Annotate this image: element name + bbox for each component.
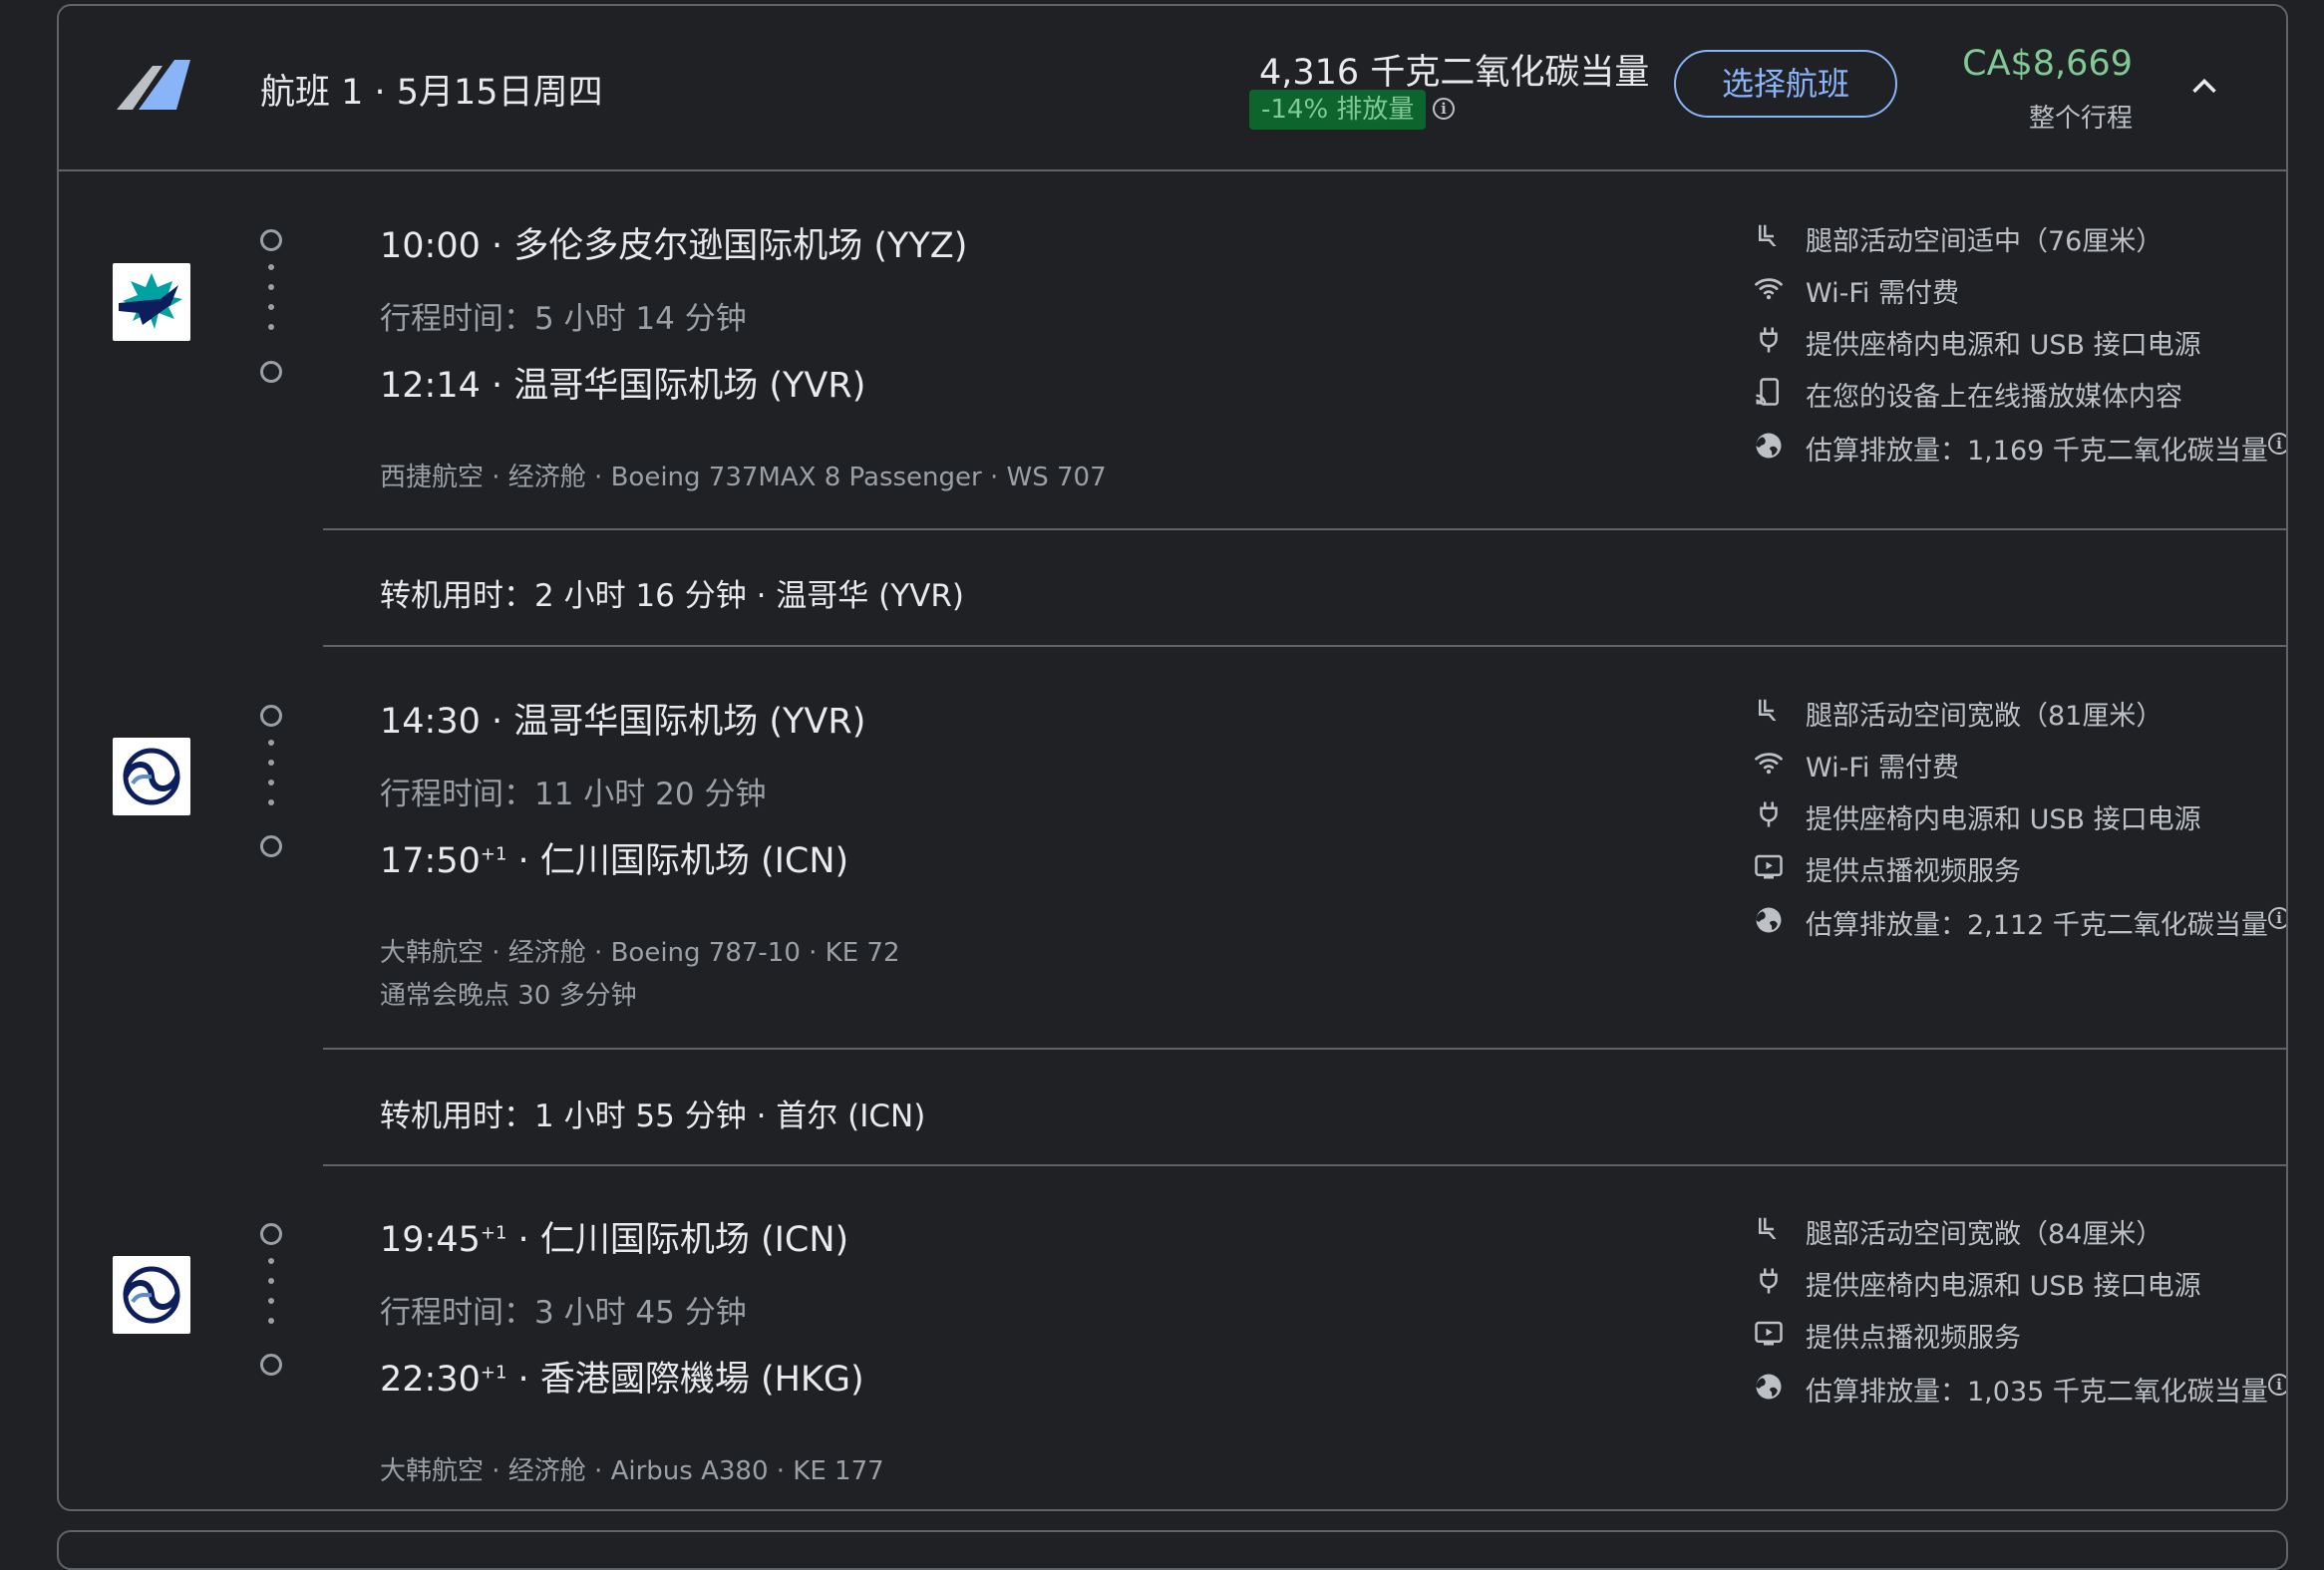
amenity-emissions: 估算排放量：1,035 千克二氧化碳当量	[1806, 1377, 2268, 1408]
timeline-destination-marker	[260, 835, 282, 857]
amenity-legroom: 腿部活动空间宽敞（84厘米）	[1806, 1219, 2163, 1250]
amenity-power: 提供座椅内电源和 USB 接口电源	[1806, 804, 2201, 835]
flight-details: 大韩航空 · 经济舱 · Boeing 787-10 · KE 72	[380, 938, 900, 968]
next-flight-card[interactable]	[57, 1530, 2288, 1570]
amenity-video: 提供点播视频服务	[1806, 856, 2021, 887]
divider	[323, 1048, 2286, 1050]
divider	[323, 645, 2286, 647]
arrival-day-offset: +1	[480, 843, 507, 865]
globe-icon	[1754, 431, 1784, 461]
westjet-logo	[113, 263, 190, 341]
timeline-dot	[268, 1318, 274, 1324]
departure-day-offset: +1	[480, 1222, 507, 1244]
timeline-dot	[268, 284, 274, 290]
co2-total: 4,316 千克二氧化碳当量	[1259, 53, 1650, 93]
departure-time: 10:00	[380, 226, 481, 266]
timeline-dot	[268, 1278, 274, 1284]
select-flight-button[interactable]: 选择航班	[1674, 50, 1897, 118]
timeline-origin-marker	[260, 229, 282, 251]
info-icon[interactable]: i	[2268, 907, 2286, 929]
amenity-streaming: 在您的设备上在线播放媒体内容	[1806, 382, 2182, 413]
amenity-wifi: Wi-Fi 需付费	[1806, 753, 1959, 784]
timeline-dot	[268, 760, 274, 766]
wifi-icon	[1754, 748, 1784, 778]
timeline-dot	[268, 304, 274, 310]
timeline-origin-marker	[260, 1223, 282, 1245]
globe-icon	[1754, 905, 1784, 935]
layover-info: 转机用时：2 小时 16 分钟 · 温哥华 (YVR)	[380, 578, 965, 614]
amenity-legroom: 腿部活动空间适中（76厘米）	[1806, 226, 2163, 257]
departure-line: 19:45+1 · 仁川国际机场 (ICN)	[380, 1220, 849, 1260]
timeline-dot	[268, 799, 274, 805]
flight-details: 大韩航空 · 经济舱 · Airbus A380 · KE 177	[380, 1456, 884, 1486]
flight-leg-icon	[117, 60, 190, 110]
timeline-destination-marker	[260, 361, 282, 383]
flight-card-header[interactable]: 航班 1 · 5月15日周四 4,316 千克二氧化碳当量 -14% 排放量 i…	[59, 6, 2286, 171]
arrival-time: 12:14	[380, 366, 481, 406]
arrival-line: 12:14 · 温哥华国际机场 (YVR)	[380, 366, 866, 406]
video-on-demand-icon	[1754, 851, 1784, 881]
globe-icon	[1754, 1372, 1784, 1402]
timeline-destination-marker	[260, 1354, 282, 1376]
timeline-dot	[268, 780, 274, 785]
info-icon[interactable]: i	[1433, 98, 1455, 120]
amenity-power: 提供座椅内电源和 USB 接口电源	[1806, 330, 2201, 361]
legroom-icon	[1754, 221, 1784, 251]
arrival-time: 17:50	[380, 841, 481, 881]
amenity-emissions: 估算排放量：2,112 千克二氧化碳当量	[1806, 910, 2268, 941]
timeline-dot	[268, 1258, 274, 1264]
arrival-day-offset: +1	[480, 1362, 507, 1384]
amenity-legroom: 腿部活动空间宽敞（81厘米）	[1806, 701, 2163, 732]
amenity-power: 提供座椅内电源和 USB 接口电源	[1806, 1271, 2201, 1302]
travel-duration: 行程时间：3 小时 45 分钟	[380, 1295, 747, 1331]
departure-airport: 多伦多皮尔逊国际机场 (YYZ)	[513, 226, 968, 266]
travel-duration: 行程时间：5 小时 14 分钟	[380, 301, 747, 337]
video-on-demand-icon	[1754, 1318, 1784, 1348]
korean-air-logo	[113, 738, 190, 815]
departure-time: 14:30	[380, 702, 481, 742]
korean-air-logo	[113, 1256, 190, 1334]
info-icon[interactable]: i	[2268, 433, 2286, 455]
arrival-airport: 香港國際機場 (HKG)	[539, 1360, 864, 1400]
wifi-icon	[1754, 273, 1784, 303]
divider	[323, 528, 2286, 530]
timeline-origin-marker	[260, 705, 282, 727]
amenity-video: 提供点播视频服务	[1806, 1323, 2021, 1354]
price: CA$8,669	[1962, 44, 2133, 84]
amenity-emissions: 估算排放量：1,169 千克二氧化碳当量	[1806, 436, 2268, 467]
arrival-airport: 温哥华国际机场 (YVR)	[513, 366, 866, 406]
power-plug-icon	[1754, 325, 1784, 355]
departure-line: 14:30 · 温哥华国际机场 (YVR)	[380, 702, 866, 742]
divider	[323, 1164, 2286, 1166]
flight-card: 航班 1 · 5月15日周四 4,316 千克二氧化碳当量 -14% 排放量 i…	[57, 4, 2288, 1511]
departure-line: 10:00 · 多伦多皮尔逊国际机场 (YYZ)	[380, 226, 968, 266]
timeline-dot	[268, 740, 274, 746]
power-plug-icon	[1754, 1266, 1784, 1296]
timeline-dot	[268, 1298, 274, 1304]
co2-badge: -14% 排放量	[1249, 90, 1427, 130]
layover-info: 转机用时：1 小时 55 分钟 · 首尔 (ICN)	[380, 1099, 926, 1134]
info-icon[interactable]: i	[2268, 1374, 2286, 1396]
flight-title: 航班 1 · 5月15日周四	[260, 73, 603, 113]
price-label: 整个行程	[2028, 104, 2133, 134]
departure-airport: 温哥华国际机场 (YVR)	[513, 702, 866, 742]
arrival-line: 22:30+1 · 香港國際機場 (HKG)	[380, 1360, 864, 1400]
chevron-up-icon[interactable]	[2190, 72, 2218, 100]
arrival-time: 22:30	[380, 1360, 481, 1400]
departure-airport: 仁川国际机场 (ICN)	[539, 1220, 849, 1260]
arrival-airport: 仁川国际机场 (ICN)	[539, 841, 849, 881]
stream-media-icon	[1754, 377, 1784, 407]
flight-details: 西捷航空 · 经济舱 · Boeing 737MAX 8 Passenger ·…	[380, 463, 1107, 492]
delay-note: 通常会晚点 30 多分钟	[380, 981, 637, 1011]
power-plug-icon	[1754, 799, 1784, 829]
legroom-icon	[1754, 1214, 1784, 1244]
travel-duration: 行程时间：11 小时 20 分钟	[380, 777, 767, 812]
departure-time: 19:45	[380, 1220, 481, 1260]
legroom-icon	[1754, 696, 1784, 726]
timeline-dot	[268, 264, 274, 270]
timeline-dot	[268, 324, 274, 330]
amenity-wifi: Wi-Fi 需付费	[1806, 278, 1959, 309]
arrival-line: 17:50+1 · 仁川国际机场 (ICN)	[380, 841, 849, 881]
